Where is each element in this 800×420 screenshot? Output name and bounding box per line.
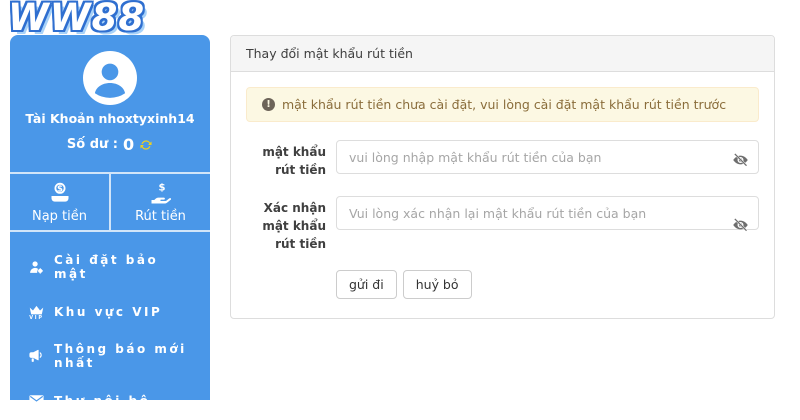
warning-alert: ! mật khẩu rút tiền chưa cài đặt, vui lò… <box>246 87 759 122</box>
envelope-icon <box>28 392 45 409</box>
confirm-password-row: Xác nhận mật khẩu rút tiền <box>246 196 759 253</box>
user-settings-icon <box>28 259 45 276</box>
account-username: nhoxtyxinh14 <box>98 111 194 126</box>
menu-label: Thông báo mới nhất <box>54 342 192 370</box>
balance-value: 0 <box>123 135 134 154</box>
panel-body: ! mật khẩu rút tiền chưa cài đặt, vui lò… <box>231 72 774 318</box>
menu-label: Thư nội bộ <box>54 394 150 408</box>
sidebar-item-inbox[interactable]: Thư nội bộ <box>10 381 210 420</box>
menu-label: Khu vực VIP <box>54 305 162 319</box>
form-buttons: gửi đi huỷ bỏ <box>336 270 759 303</box>
eye-slash-icon[interactable] <box>732 216 749 233</box>
svg-text:VIP: VIP <box>29 315 44 320</box>
withdraw-icon: $ <box>149 181 173 205</box>
eye-slash-icon[interactable] <box>732 151 749 168</box>
withdraw-button[interactable]: $ Rút tiền <box>109 174 210 230</box>
megaphone-icon <box>28 348 45 365</box>
withdrawal-password-label: mật khẩu rút tiền <box>246 140 326 179</box>
deposit-label: Nạp tiền <box>32 209 87 224</box>
withdraw-label: Rút tiền <box>135 209 186 224</box>
panel-title: Thay đổi mật khẩu rút tiền <box>231 36 774 72</box>
cancel-button[interactable]: huỷ bỏ <box>403 270 472 299</box>
withdrawal-password-row: mật khẩu rút tiền <box>246 140 759 179</box>
balance: Số dư : 0 <box>10 135 210 154</box>
account-name: Tài Khoản nhoxtyxinh14 <box>10 111 210 126</box>
confirm-password-input[interactable] <box>336 196 759 230</box>
confirm-password-label: Xác nhận mật khẩu rút tiền <box>246 196 326 253</box>
menu-label: Cài đặt bảo mật <box>54 253 192 281</box>
sidebar-menu: Cài đặt bảo mật VIP Khu vực VIP Thông bá… <box>10 232 210 420</box>
balance-label: Số dư : <box>67 137 118 152</box>
deposit-icon: $ <box>48 181 72 205</box>
account-summary: Tài Khoản nhoxtyxinh14 Số dư : 0 <box>10 35 210 172</box>
refresh-icon[interactable] <box>139 138 153 152</box>
sidebar-item-announcements[interactable]: Thông báo mới nhất <box>10 331 210 381</box>
alert-text: mật khẩu rút tiền chưa cài đặt, vui lòng… <box>282 97 726 112</box>
sidebar-item-vip-zone[interactable]: VIP Khu vực VIP <box>10 292 210 331</box>
svg-text:$: $ <box>57 184 63 194</box>
deposit-button[interactable]: $ Nạp tiền <box>10 174 109 230</box>
change-withdrawal-password-panel: Thay đổi mật khẩu rút tiền ! mật khẩu rú… <box>230 35 775 319</box>
submit-button[interactable]: gửi đi <box>336 270 397 299</box>
svg-text:$: $ <box>158 182 165 193</box>
exclamation-circle-icon: ! <box>262 98 275 111</box>
sidebar-item-security-settings[interactable]: Cài đặt bảo mật <box>10 242 210 292</box>
withdrawal-password-input[interactable] <box>336 140 759 174</box>
account-label: Tài Khoản <box>25 111 94 126</box>
vip-crown-icon: VIP <box>28 303 45 320</box>
brand-logo[interactable]: WW88 <box>8 0 145 39</box>
wallet-actions: $ Nạp tiền $ Rút tiền <box>10 172 210 232</box>
sidebar: Tài Khoản nhoxtyxinh14 Số dư : 0 $ <box>10 35 210 400</box>
user-avatar-icon <box>83 51 137 105</box>
